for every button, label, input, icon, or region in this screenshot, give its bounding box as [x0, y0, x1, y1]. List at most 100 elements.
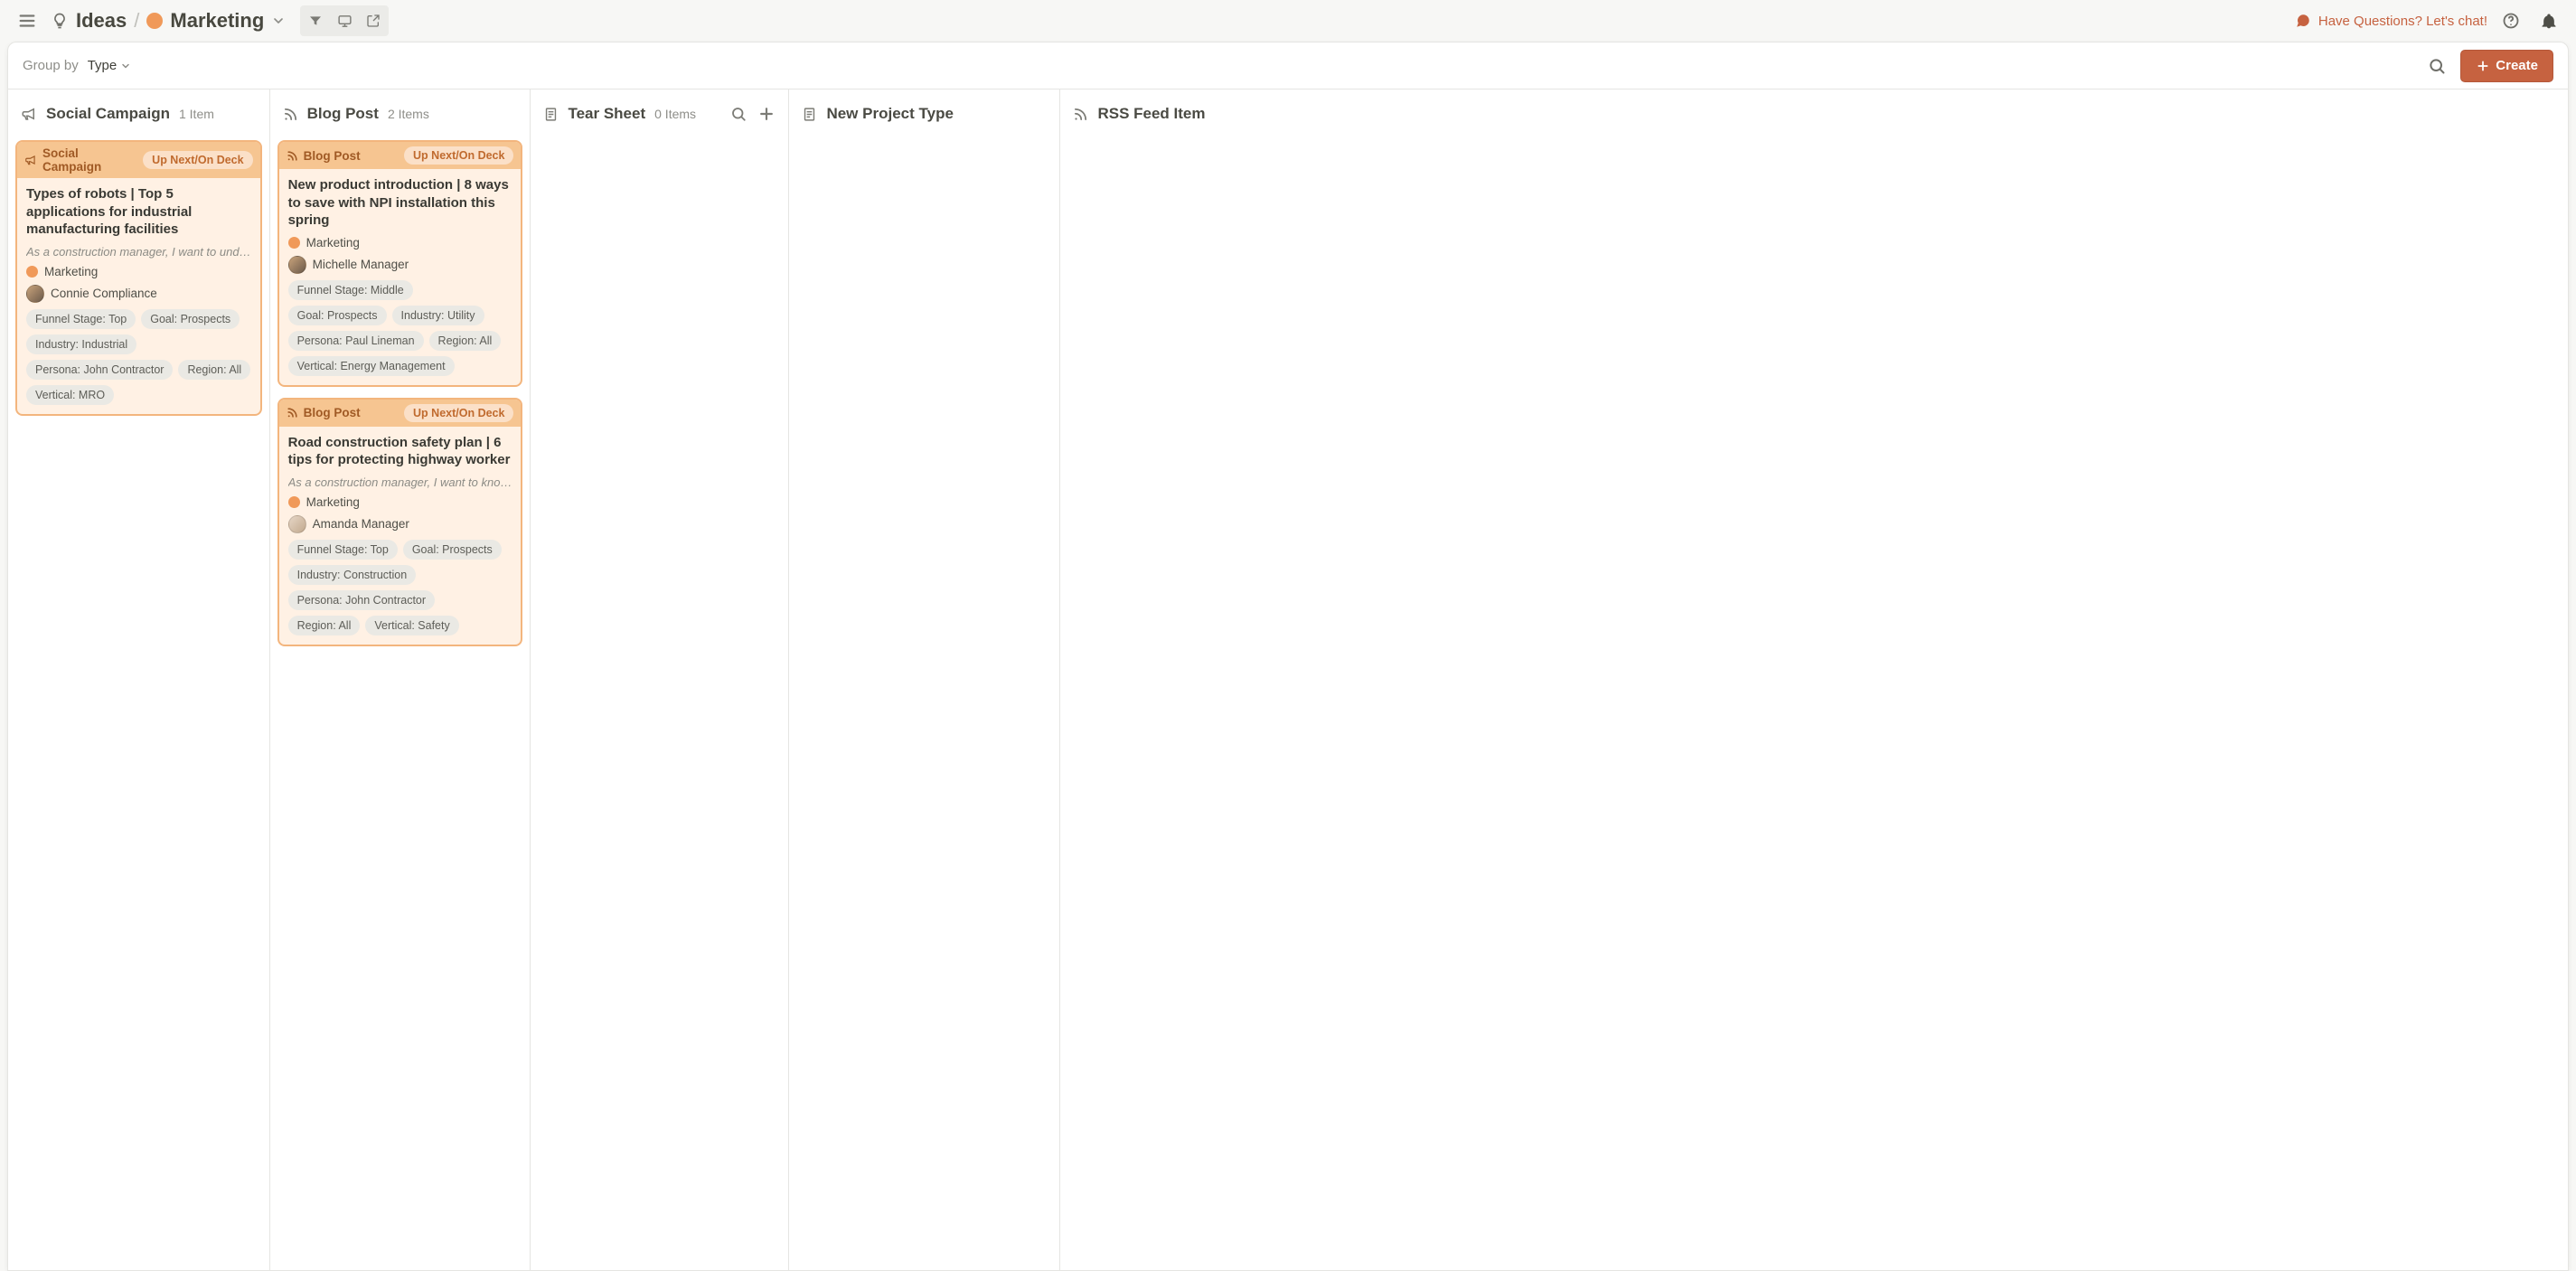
panel-toolbar: Group by Type Create	[8, 42, 2568, 89]
lane-header[interactable]: Blog Post 2 Items	[277, 100, 523, 127]
tag-chip: Region: All	[288, 616, 361, 636]
category-dot-icon	[288, 237, 300, 249]
category-dot-icon	[26, 266, 38, 278]
groupby-selector[interactable]: Type	[88, 58, 132, 73]
chevron-down-icon	[120, 61, 131, 71]
card-description: As a construction manager, I want to und…	[26, 245, 251, 259]
lane-title: Social Campaign	[46, 105, 170, 123]
monitor-button[interactable]	[331, 7, 358, 34]
chat-link[interactable]: Have Questions? Let's chat!	[2295, 13, 2487, 29]
lane-actions	[730, 105, 776, 123]
card-assignee-name: Amanda Manager	[313, 517, 409, 531]
lane-title: RSS Feed Item	[1097, 105, 1205, 123]
lane-count: 1 Item	[179, 107, 214, 121]
lane-title: Blog Post	[307, 105, 379, 123]
lane-search-button[interactable]	[730, 106, 747, 122]
breadcrumb-ideas-label: Ideas	[76, 9, 127, 33]
share-button[interactable]	[360, 7, 387, 34]
card-type: Social Campaign	[24, 146, 128, 174]
tag-chip: Vertical: MRO	[26, 385, 114, 405]
card[interactable]: Blog Post Up Next/On Deck New product in…	[277, 140, 523, 387]
card-body: New product introduction | 8 ways to sav…	[279, 169, 522, 385]
lane-tear-sheet: Tear Sheet 0 Items	[531, 89, 789, 1270]
card-assignee-name: Connie Compliance	[51, 287, 157, 300]
breadcrumb-actions	[300, 5, 389, 36]
megaphone-icon	[24, 154, 37, 166]
create-button-label: Create	[2496, 58, 2538, 73]
tag-chip: Region: All	[429, 331, 502, 351]
help-button[interactable]	[2496, 6, 2525, 35]
tag-chip: Industry: Industrial	[26, 334, 136, 354]
card-category: Marketing	[288, 236, 512, 249]
card[interactable]: Blog Post Up Next/On Deck Road construct…	[277, 398, 523, 646]
lane-add-button[interactable]	[757, 105, 776, 123]
rss-icon	[287, 150, 298, 162]
card-description: As a construction manager, I want to kno…	[288, 475, 512, 489]
card-header: Social Campaign Up Next/On Deck	[17, 142, 260, 178]
tag-chip: Industry: Construction	[288, 565, 417, 585]
create-button[interactable]: Create	[2460, 50, 2553, 82]
tag-chip: Funnel Stage: Top	[26, 309, 136, 329]
card-category: Marketing	[288, 495, 512, 509]
kanban-board: arketing 0 Items Social Campaign 1 Item	[7, 89, 2568, 1270]
tag-chip: Region: All	[178, 360, 250, 380]
card-assignee: Amanda Manager	[288, 515, 512, 533]
content-panel: Group by Type Create arketing 0 Items	[7, 42, 2569, 1271]
breadcrumb: Ideas / Marketing	[51, 9, 286, 33]
category-dot-icon	[288, 496, 300, 508]
tag-chip: Vertical: Energy Management	[288, 356, 455, 376]
card[interactable]: Social Campaign Up Next/On Deck Types of…	[15, 140, 262, 416]
topbar: Ideas / Marketing Have Questions? Let's …	[0, 0, 2576, 42]
chat-icon	[2295, 13, 2311, 29]
card-type-label: Blog Post	[304, 149, 361, 163]
lane-count: 0 Items	[654, 107, 696, 121]
plus-icon	[2476, 59, 2490, 73]
breadcrumb-marketing[interactable]: Marketing	[146, 9, 286, 33]
filter-button[interactable]	[302, 7, 329, 34]
tag-chip: Persona: John Contractor	[288, 590, 435, 610]
lane-new-project-type: New Project Type	[789, 89, 1060, 1270]
rss-icon	[1073, 107, 1088, 122]
avatar	[288, 515, 306, 533]
groupby-value-label: Type	[88, 58, 118, 73]
tag-chip: Vertical: Safety	[365, 616, 458, 636]
card-type-label: Social Campaign	[42, 146, 128, 174]
lane-header[interactable]: Social Campaign 1 Item	[15, 100, 262, 127]
lane-count: 2 Items	[388, 107, 429, 121]
hamburger-menu-button[interactable]	[13, 6, 42, 35]
rss-icon	[287, 407, 298, 419]
status-badge: Up Next/On Deck	[404, 404, 513, 422]
tag-chip: Persona: John Contractor	[26, 360, 173, 380]
groupby-label: Group by	[23, 58, 79, 73]
card-type: Blog Post	[287, 149, 361, 163]
tag-chip: Goal: Prospects	[141, 309, 240, 329]
card-assignee: Michelle Manager	[288, 256, 512, 274]
card-tags: Funnel Stage: Top Goal: Prospects Indust…	[26, 309, 251, 405]
tag-chip: Funnel Stage: Top	[288, 540, 398, 560]
chevron-down-icon	[271, 14, 286, 28]
lane-header[interactable]: New Project Type	[796, 100, 1052, 127]
lane-blog-post: Blog Post 2 Items Blog Post Up Next/	[270, 89, 531, 1270]
card-category-label: Marketing	[306, 236, 360, 249]
card-header: Blog Post Up Next/On Deck	[279, 400, 522, 427]
card-title: Road construction safety plan | 6 tips f…	[288, 434, 512, 469]
lane-cards: Social Campaign Up Next/On Deck Types of…	[15, 140, 262, 416]
breadcrumb-ideas[interactable]: Ideas	[51, 9, 127, 33]
card-type-label: Blog Post	[304, 406, 361, 419]
tag-chip: Goal: Prospects	[288, 306, 387, 325]
lane-header[interactable]: Tear Sheet 0 Items	[538, 100, 781, 127]
chat-link-label: Have Questions? Let's chat!	[2318, 14, 2487, 29]
card-title: New product introduction | 8 ways to sav…	[288, 176, 512, 230]
panel-search-button[interactable]	[2422, 52, 2451, 80]
tag-chip: Persona: Paul Lineman	[288, 331, 424, 351]
tag-chip: Goal: Prospects	[403, 540, 502, 560]
avatar	[26, 285, 44, 303]
notifications-button[interactable]	[2534, 6, 2563, 35]
card-type: Blog Post	[287, 406, 361, 419]
rss-icon	[283, 107, 298, 122]
card-tags: Funnel Stage: Middle Goal: Prospects Ind…	[288, 280, 512, 376]
lane-rss-feed-item: RSS Feed Item	[1060, 89, 1319, 1270]
lane-header[interactable]: RSS Feed Item	[1067, 100, 1312, 127]
status-badge: Up Next/On Deck	[404, 146, 513, 165]
card-assignee: Connie Compliance	[26, 285, 251, 303]
